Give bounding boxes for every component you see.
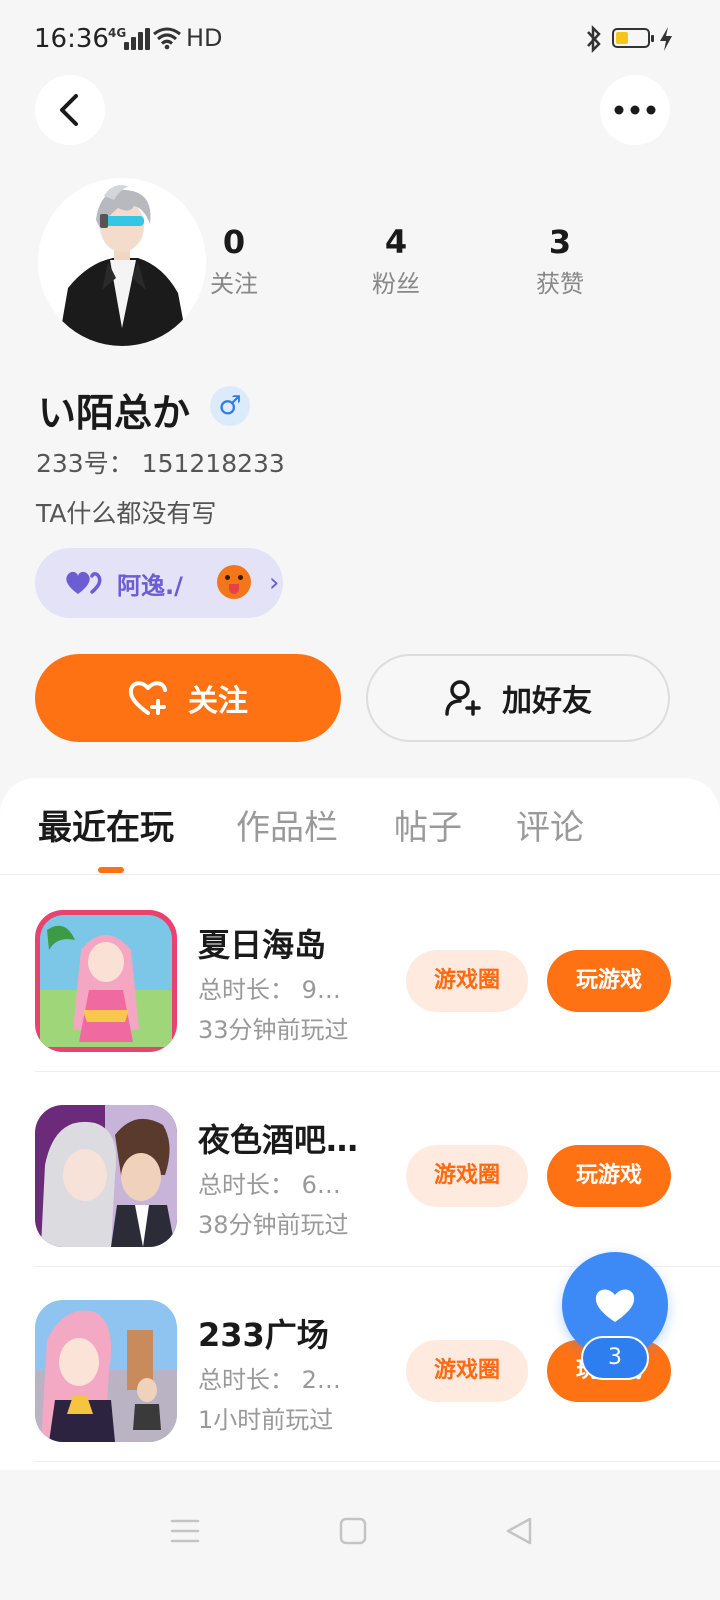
more-horizontal-icon <box>614 105 656 115</box>
close-friend-chip[interactable]: 阿逸./ › <box>35 548 283 618</box>
game-icon <box>35 910 177 1052</box>
battery-icon <box>612 28 654 48</box>
game-icon <box>35 1105 177 1247</box>
tab-comments[interactable]: 评论 <box>516 800 584 849</box>
hd-indicator: HD <box>186 24 223 52</box>
double-heart-icon <box>66 571 102 594</box>
tab-posts[interactable]: 帖子 <box>394 800 462 849</box>
like-count-badge: 3 <box>581 1336 649 1380</box>
game-last-played: 33分钟前玩过 <box>198 1016 349 1044</box>
friend-name: 阿逸./ <box>117 572 183 600</box>
menu-nav-button[interactable] <box>160 1506 210 1556</box>
play-game-button[interactable]: 玩游戏 <box>547 950 671 1012</box>
user-id: 233号： 151218233 <box>36 449 285 478</box>
heart-plus-icon <box>128 681 167 715</box>
game-title: 夜色酒吧… <box>198 1121 359 1159</box>
game-duration: 总时长： 2… <box>198 1366 341 1394</box>
wifi-icon <box>153 27 181 50</box>
square-icon <box>339 1517 367 1545</box>
back-button[interactable] <box>35 75 105 145</box>
bluetooth-icon <box>587 24 601 54</box>
charging-icon <box>660 27 672 51</box>
followers-count: 4 <box>384 223 408 261</box>
following-count: 0 <box>222 223 246 261</box>
game-last-played: 38分钟前玩过 <box>198 1211 349 1239</box>
game-title: 233广场 <box>198 1316 329 1354</box>
add-friend-button[interactable]: 加好友 <box>366 654 670 742</box>
game-icon <box>35 1300 177 1442</box>
status-time: 16:36 <box>34 24 109 54</box>
signal-icon <box>124 28 150 50</box>
follow-button[interactable]: 关注 <box>35 654 341 742</box>
back-nav-button[interactable] <box>494 1506 544 1556</box>
game-circle-button[interactable]: 游戏圈 <box>406 1340 528 1402</box>
tab-works[interactable]: 作品栏 <box>236 800 338 849</box>
game-list-item[interactable]: 夜色酒吧… 总时长： 6… 38分钟前玩过 游戏圈 玩游戏 <box>0 1071 720 1267</box>
heart-icon <box>595 1289 635 1322</box>
nickname: い陌总か <box>38 391 191 435</box>
triangle-back-icon <box>506 1517 532 1545</box>
add-friend-label: 加好友 <box>502 684 592 719</box>
hot-face-emoji-icon <box>217 565 251 599</box>
follow-label: 关注 <box>188 684 248 719</box>
add-user-icon <box>445 680 481 716</box>
game-circle-button[interactable]: 游戏圈 <box>406 950 528 1012</box>
likes-stat[interactable]: 3 获赞 <box>500 222 620 302</box>
game-last-played: 1小时前玩过 <box>198 1406 334 1434</box>
more-button[interactable] <box>600 75 670 145</box>
tab-recently-played[interactable]: 最近在玩 <box>38 800 174 849</box>
followers-label: 粉丝 <box>372 270 420 298</box>
game-title: 夏日海岛 <box>198 926 327 964</box>
male-icon: ♂ <box>210 386 250 426</box>
game-duration: 总时长： 9… <box>198 976 341 1004</box>
likes-count: 3 <box>548 223 572 261</box>
following-label: 关注 <box>210 270 258 298</box>
chevron-right-icon: › <box>269 568 280 598</box>
system-navigation-bar <box>0 1470 720 1600</box>
game-list-item[interactable]: 夏日海岛 总时长： 9… 33分钟前玩过 游戏圈 玩游戏 <box>0 876 720 1072</box>
home-nav-button[interactable] <box>328 1506 378 1556</box>
game-circle-button[interactable]: 游戏圈 <box>406 1145 528 1207</box>
play-game-button[interactable]: 玩游戏 <box>547 1145 671 1207</box>
followers-stat[interactable]: 4 粉丝 <box>336 222 456 302</box>
following-stat[interactable]: 0 关注 <box>174 222 294 302</box>
row-divider <box>35 1461 720 1462</box>
likes-label: 获赞 <box>536 270 584 298</box>
bio: TA什么都没有写 <box>36 499 217 528</box>
status-bar: 16:36 4G HD <box>0 0 720 80</box>
active-tab-indicator <box>98 867 124 873</box>
chevron-left-icon <box>60 94 78 126</box>
menu-icon <box>170 1519 200 1543</box>
game-duration: 总时长： 6… <box>198 1171 341 1199</box>
tab-divider <box>0 874 720 875</box>
